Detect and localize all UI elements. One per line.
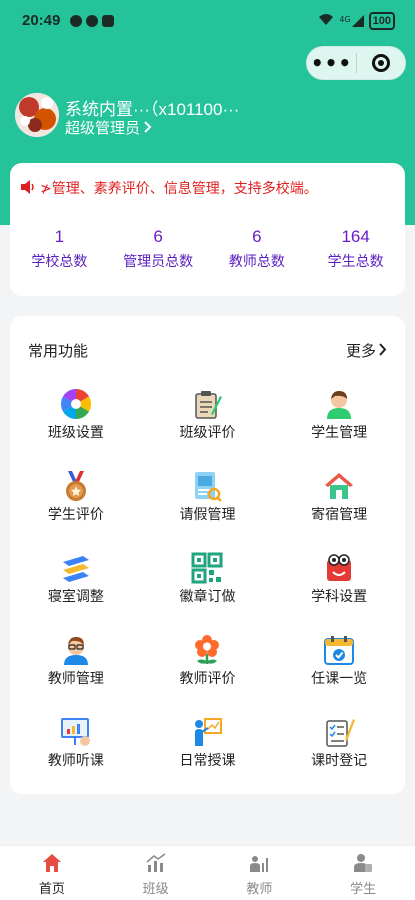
func-label: 寄宿管理 (311, 507, 368, 523)
func-label: 学生评价 (47, 507, 104, 523)
book-mascot-icon (322, 552, 356, 584)
func-student-management[interactable]: 学生管理 (273, 388, 405, 441)
stat-admins[interactable]: 6 管理员总数 (109, 227, 208, 271)
stat-teachers[interactable]: 6 教师总数 (208, 227, 307, 271)
tab-label: 教师 (246, 882, 273, 897)
func-label: 课时登记 (311, 753, 368, 769)
stats-card: ≯管理、素养评价、信息管理，支持多校端。 1 学校总数 6 管理员总数 6 教师… (10, 163, 405, 296)
tab-student[interactable]: 学生 (311, 846, 415, 900)
func-teacher-observation[interactable]: 教师听课 (10, 716, 142, 769)
stat-value: 164 (341, 227, 370, 246)
func-subject-settings[interactable]: 学科设置 (273, 552, 405, 605)
clipboard-pen-icon (190, 388, 224, 420)
func-label: 教师管理 (47, 671, 104, 687)
func-label: 教师听课 (47, 753, 104, 769)
stat-value: 6 (252, 227, 262, 246)
func-hours-registration[interactable]: 课时登记 (273, 716, 405, 769)
functions-card: 常用功能 更多 班级设置 班级评价 学生管理 学生评价 请假管理 寄宿管理 寝室… (10, 316, 405, 794)
func-label: 请假管理 (179, 507, 236, 523)
stat-label: 教师总数 (228, 254, 285, 270)
leave-form-icon (190, 470, 224, 502)
func-teacher-management[interactable]: 教师管理 (10, 634, 142, 687)
func-leave-management[interactable]: 请假管理 (142, 470, 274, 523)
stats-row: 1 学校总数 6 管理员总数 6 教师总数 164 学生总数 (10, 227, 405, 271)
home-icon (41, 852, 63, 874)
tab-label: 首页 (38, 882, 65, 897)
stat-value: 1 (54, 227, 65, 246)
network-type: 4G (339, 15, 351, 24)
bunk-bed-icon (59, 552, 93, 584)
tab-home[interactable]: 首页 (0, 846, 104, 900)
chart-icon (145, 852, 167, 874)
notification-icon (102, 15, 114, 27)
aperture-icon (59, 388, 93, 420)
functions-grid: 班级设置 班级评价 学生管理 学生评价 请假管理 寄宿管理 寝室调整 徽章订做 … (10, 388, 405, 769)
notification-icons (70, 15, 114, 27)
func-student-evaluation[interactable]: 学生评价 (10, 470, 142, 523)
calendar-check-icon (322, 634, 356, 666)
status-right: 4G 100 (318, 12, 395, 30)
presentation-board-icon (59, 716, 93, 748)
avatar[interactable] (15, 93, 59, 137)
func-label: 学生管理 (311, 425, 368, 441)
battery-icon: 100 (368, 12, 395, 30)
chevron-right-icon (379, 342, 387, 360)
stat-label: 学校总数 (31, 254, 88, 270)
tab-bar: 首页 班级 教师 学生 (0, 845, 415, 900)
qr-code-icon (190, 552, 224, 584)
teacher-chart-icon (248, 852, 270, 874)
functions-more-link[interactable]: 更多 (346, 340, 387, 361)
func-label: 日常授课 (179, 753, 236, 769)
func-label: 教师评价 (179, 671, 236, 687)
func-label: 班级评价 (179, 425, 236, 441)
stat-label: 管理员总数 (123, 254, 194, 270)
user-role-label: 超级管理员 (65, 119, 141, 137)
student-avatar-icon (322, 388, 356, 420)
func-boarding-management[interactable]: 寄宿管理 (273, 470, 405, 523)
stat-value: 6 (153, 227, 163, 246)
func-teacher-evaluation[interactable]: 教师评价 (142, 634, 274, 687)
teacher-avatar-icon (59, 634, 93, 666)
notice-text: ≯管理、素养评价、信息管理，支持多校端。 (40, 181, 318, 197)
more-label: 更多 (345, 342, 376, 360)
stat-label: 学生总数 (327, 254, 384, 270)
chevron-right-icon (144, 119, 152, 137)
more-dots-icon[interactable]: ••• (307, 46, 356, 80)
teaching-icon (190, 716, 224, 748)
status-bar: 20:49 4G 100 (0, 0, 415, 44)
stat-schools[interactable]: 1 学校总数 (10, 227, 109, 271)
tab-label: 班级 (142, 882, 169, 897)
func-class-evaluation[interactable]: 班级评价 (142, 388, 274, 441)
func-label: 班级设置 (47, 425, 104, 441)
medal-icon (59, 470, 93, 502)
speaker-icon (20, 179, 36, 198)
func-label: 寝室调整 (47, 589, 104, 605)
wifi-icon (318, 13, 334, 30)
func-daily-teaching[interactable]: 日常授课 (142, 716, 274, 769)
house-icon (322, 470, 356, 502)
student-icon (352, 852, 374, 874)
status-time: 20:49 (22, 12, 61, 29)
notification-icon (70, 15, 82, 27)
target-close-icon[interactable] (357, 54, 405, 72)
flower-icon (190, 634, 224, 666)
func-label: 任课一览 (311, 671, 368, 687)
func-dorm-adjustment[interactable]: 寝室调整 (10, 552, 142, 605)
func-class-settings[interactable]: 班级设置 (10, 388, 142, 441)
stat-students[interactable]: 164 学生总数 (306, 227, 405, 271)
func-course-overview[interactable]: 任课一览 (273, 634, 405, 687)
func-label: 徽章订做 (179, 589, 236, 605)
tab-teacher[interactable]: 教师 (208, 846, 312, 900)
miniapp-capsule: ••• (306, 46, 406, 80)
tab-class[interactable]: 班级 (104, 846, 208, 900)
tab-label: 学生 (350, 882, 377, 897)
func-label: 学科设置 (311, 589, 368, 605)
notice-bar: ≯管理、素养评价、信息管理，支持多校端。 (20, 177, 395, 199)
functions-title: 常用功能 (28, 342, 89, 360)
notification-icon (86, 15, 98, 27)
signal-icon: 4G (339, 15, 364, 27)
func-badge-order[interactable]: 徽章订做 (142, 552, 274, 605)
user-role-link[interactable]: 超级管理员 (65, 117, 152, 138)
checklist-pencil-icon (322, 716, 356, 748)
